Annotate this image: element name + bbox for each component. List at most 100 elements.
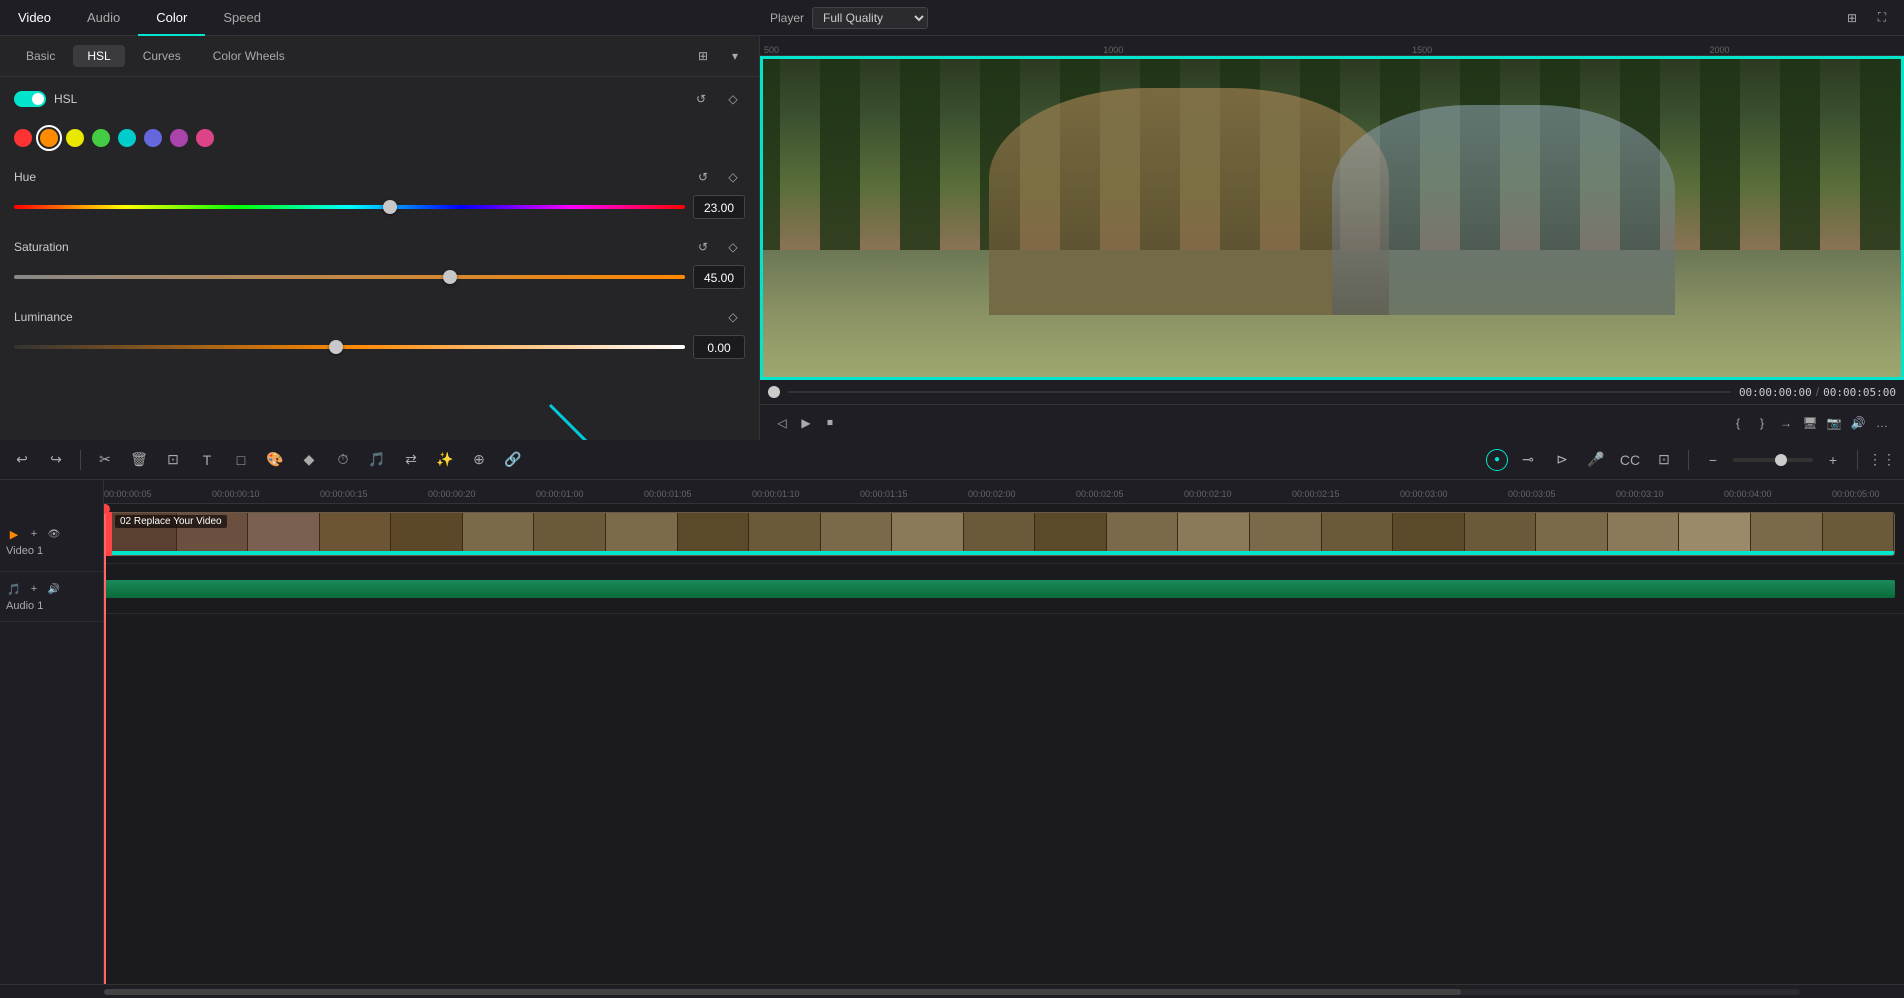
- filmstrip: [105, 513, 1894, 555]
- saturation-reset-icon[interactable]: ↺: [691, 235, 715, 259]
- bottom-toolbar: ↩ ↪ ✂ 🗑 ⊡ T □ 🎨 ◆ ⏱ 🎵 ⇄ ✨ ⊕ 🔗 ● ⊸ ⊳ 🎤 CC…: [0, 440, 1904, 480]
- stop-button[interactable]: ⏹: [818, 411, 842, 435]
- hue-reset-icon[interactable]: ↺: [691, 165, 715, 189]
- tab-video[interactable]: Video: [0, 0, 69, 36]
- screen-record-btn[interactable]: ⊡: [1650, 446, 1678, 474]
- zoom-in-btn[interactable]: +: [1819, 446, 1847, 474]
- speed-tool[interactable]: ⏱: [329, 446, 357, 474]
- tab-audio[interactable]: Audio: [69, 0, 138, 36]
- grid-icon[interactable]: ⊞: [1840, 6, 1864, 30]
- snap-btn[interactable]: ⊸: [1514, 446, 1542, 474]
- shape-tool[interactable]: □: [227, 446, 255, 474]
- undo-button[interactable]: ↩: [8, 446, 36, 474]
- mark-out-icon[interactable]: }: [1750, 411, 1774, 435]
- more-tools-btn[interactable]: ⋮⋮: [1868, 446, 1896, 474]
- text-tool[interactable]: T: [193, 446, 221, 474]
- color-tool[interactable]: 🎨: [261, 446, 289, 474]
- circle-green[interactable]: [92, 129, 110, 147]
- current-time: 00:00:00:00: [1739, 386, 1812, 399]
- subtab-basic[interactable]: Basic: [12, 45, 69, 67]
- link-tool[interactable]: 🔗: [499, 446, 527, 474]
- luminance-thumb[interactable]: [329, 340, 343, 354]
- audio-mute-icon[interactable]: 🔊: [46, 581, 62, 597]
- hue-thumb[interactable]: [383, 200, 397, 214]
- tab-speed[interactable]: Speed: [205, 0, 279, 36]
- progress-bar[interactable]: [788, 391, 1731, 393]
- redo-button[interactable]: ↪: [42, 446, 70, 474]
- marker-btn[interactable]: ⊳: [1548, 446, 1576, 474]
- playback-btn[interactable]: ●: [1486, 449, 1508, 471]
- toolbar-sep-1: [80, 450, 81, 470]
- keyframe-tool[interactable]: ◆: [295, 446, 323, 474]
- scrollbar-thumb[interactable]: [104, 989, 1461, 995]
- subtab-curves[interactable]: Curves: [129, 45, 195, 67]
- circle-blue[interactable]: [144, 129, 162, 147]
- effect-tool[interactable]: ✨: [431, 446, 459, 474]
- audio-tool[interactable]: 🎵: [363, 446, 391, 474]
- step-back-button[interactable]: ◁: [770, 411, 794, 435]
- audio-clip[interactable]: [104, 580, 1895, 598]
- monitor-icon[interactable]: 🖥: [1798, 411, 1822, 435]
- saturation-slider-row: Saturation ↺ ◇ 45.00: [14, 235, 745, 289]
- voice-btn[interactable]: 🎤: [1582, 446, 1610, 474]
- zoom-slider[interactable]: [1733, 458, 1813, 462]
- audio-track-name: Audio 1: [6, 600, 62, 612]
- saturation-thumb[interactable]: [443, 270, 457, 284]
- overlay-tool[interactable]: ⊕: [465, 446, 493, 474]
- saturation-value[interactable]: 45.00: [693, 265, 745, 289]
- mark-in-icon[interactable]: {: [1726, 411, 1750, 435]
- video-eye-icon[interactable]: 👁: [46, 526, 62, 542]
- fullscreen-icon[interactable]: ⛶: [1870, 6, 1894, 30]
- player-label: Player: [770, 11, 804, 25]
- hsl-diamond-icon[interactable]: ◇: [721, 87, 745, 111]
- hsl-header: HSL ↺ ◇: [0, 77, 759, 121]
- audio-icon[interactable]: 🔊: [1846, 411, 1870, 435]
- circle-magenta[interactable]: [196, 129, 214, 147]
- playhead-dot[interactable]: [768, 386, 780, 398]
- hue-track[interactable]: [14, 205, 685, 209]
- extract-icon[interactable]: →: [1774, 411, 1798, 435]
- split-tool[interactable]: ✂: [91, 446, 119, 474]
- subtab-colorwheels[interactable]: Color Wheels: [199, 45, 299, 67]
- hsl-toggle[interactable]: [14, 91, 46, 107]
- play-button[interactable]: ▶: [794, 411, 818, 435]
- audio-add-icon[interactable]: +: [26, 581, 42, 597]
- saturation-track[interactable]: [14, 275, 685, 279]
- luminance-value[interactable]: 0.00: [693, 335, 745, 359]
- delete-tool[interactable]: 🗑: [125, 446, 153, 474]
- clip-label: 02 Replace Your Video: [115, 515, 227, 528]
- circle-purple[interactable]: [170, 129, 188, 147]
- luminance-track[interactable]: [14, 345, 685, 349]
- subtab-hsl[interactable]: HSL: [73, 45, 124, 67]
- sub-tabs: Basic HSL Curves Color Wheels ⊞ ▾: [0, 36, 759, 77]
- video-clip[interactable]: 02 Replace Your Video: [104, 512, 1895, 556]
- zoom-out-btn[interactable]: −: [1699, 446, 1727, 474]
- saturation-label: Saturation: [14, 240, 691, 254]
- quality-select[interactable]: Full Quality Half Quality Quarter Qualit…: [812, 7, 928, 29]
- top-tabs: Video Audio Color Speed: [0, 0, 760, 36]
- luminance-label: Luminance: [14, 310, 721, 324]
- circle-yellow[interactable]: [66, 129, 84, 147]
- snapshot-icon[interactable]: 📷: [1822, 411, 1846, 435]
- caption-btn[interactable]: CC: [1616, 446, 1644, 474]
- more-icon[interactable]: …: [1870, 411, 1894, 435]
- hue-value[interactable]: 23.00: [693, 195, 745, 219]
- panel-chevron-icon[interactable]: ▾: [723, 44, 747, 68]
- transition-tool[interactable]: ⇄: [397, 446, 425, 474]
- crop-tool[interactable]: ⊡: [159, 446, 187, 474]
- circle-orange[interactable]: [40, 129, 58, 147]
- time-separator: /: [1816, 385, 1819, 399]
- tab-color[interactable]: Color: [138, 0, 205, 36]
- saturation-diamond-icon[interactable]: ◇: [721, 235, 745, 259]
- hsl-reset-icon[interactable]: ↺: [689, 87, 713, 111]
- panel-toggle-icon[interactable]: ⊞: [691, 44, 715, 68]
- circle-cyan[interactable]: [118, 129, 136, 147]
- hue-label: Hue: [14, 170, 691, 184]
- circle-red[interactable]: [14, 129, 32, 147]
- timeline-scrollbar[interactable]: [0, 984, 1904, 998]
- hue-slider-row: Hue ↺ ◇ 23.00: [14, 165, 745, 219]
- luminance-diamond-icon[interactable]: ◇: [721, 305, 745, 329]
- hue-diamond-icon[interactable]: ◇: [721, 165, 745, 189]
- track-labels: ▶ + 👁 Video 1 🎵 + 🔊: [0, 480, 104, 984]
- video-add-icon[interactable]: +: [26, 526, 42, 542]
